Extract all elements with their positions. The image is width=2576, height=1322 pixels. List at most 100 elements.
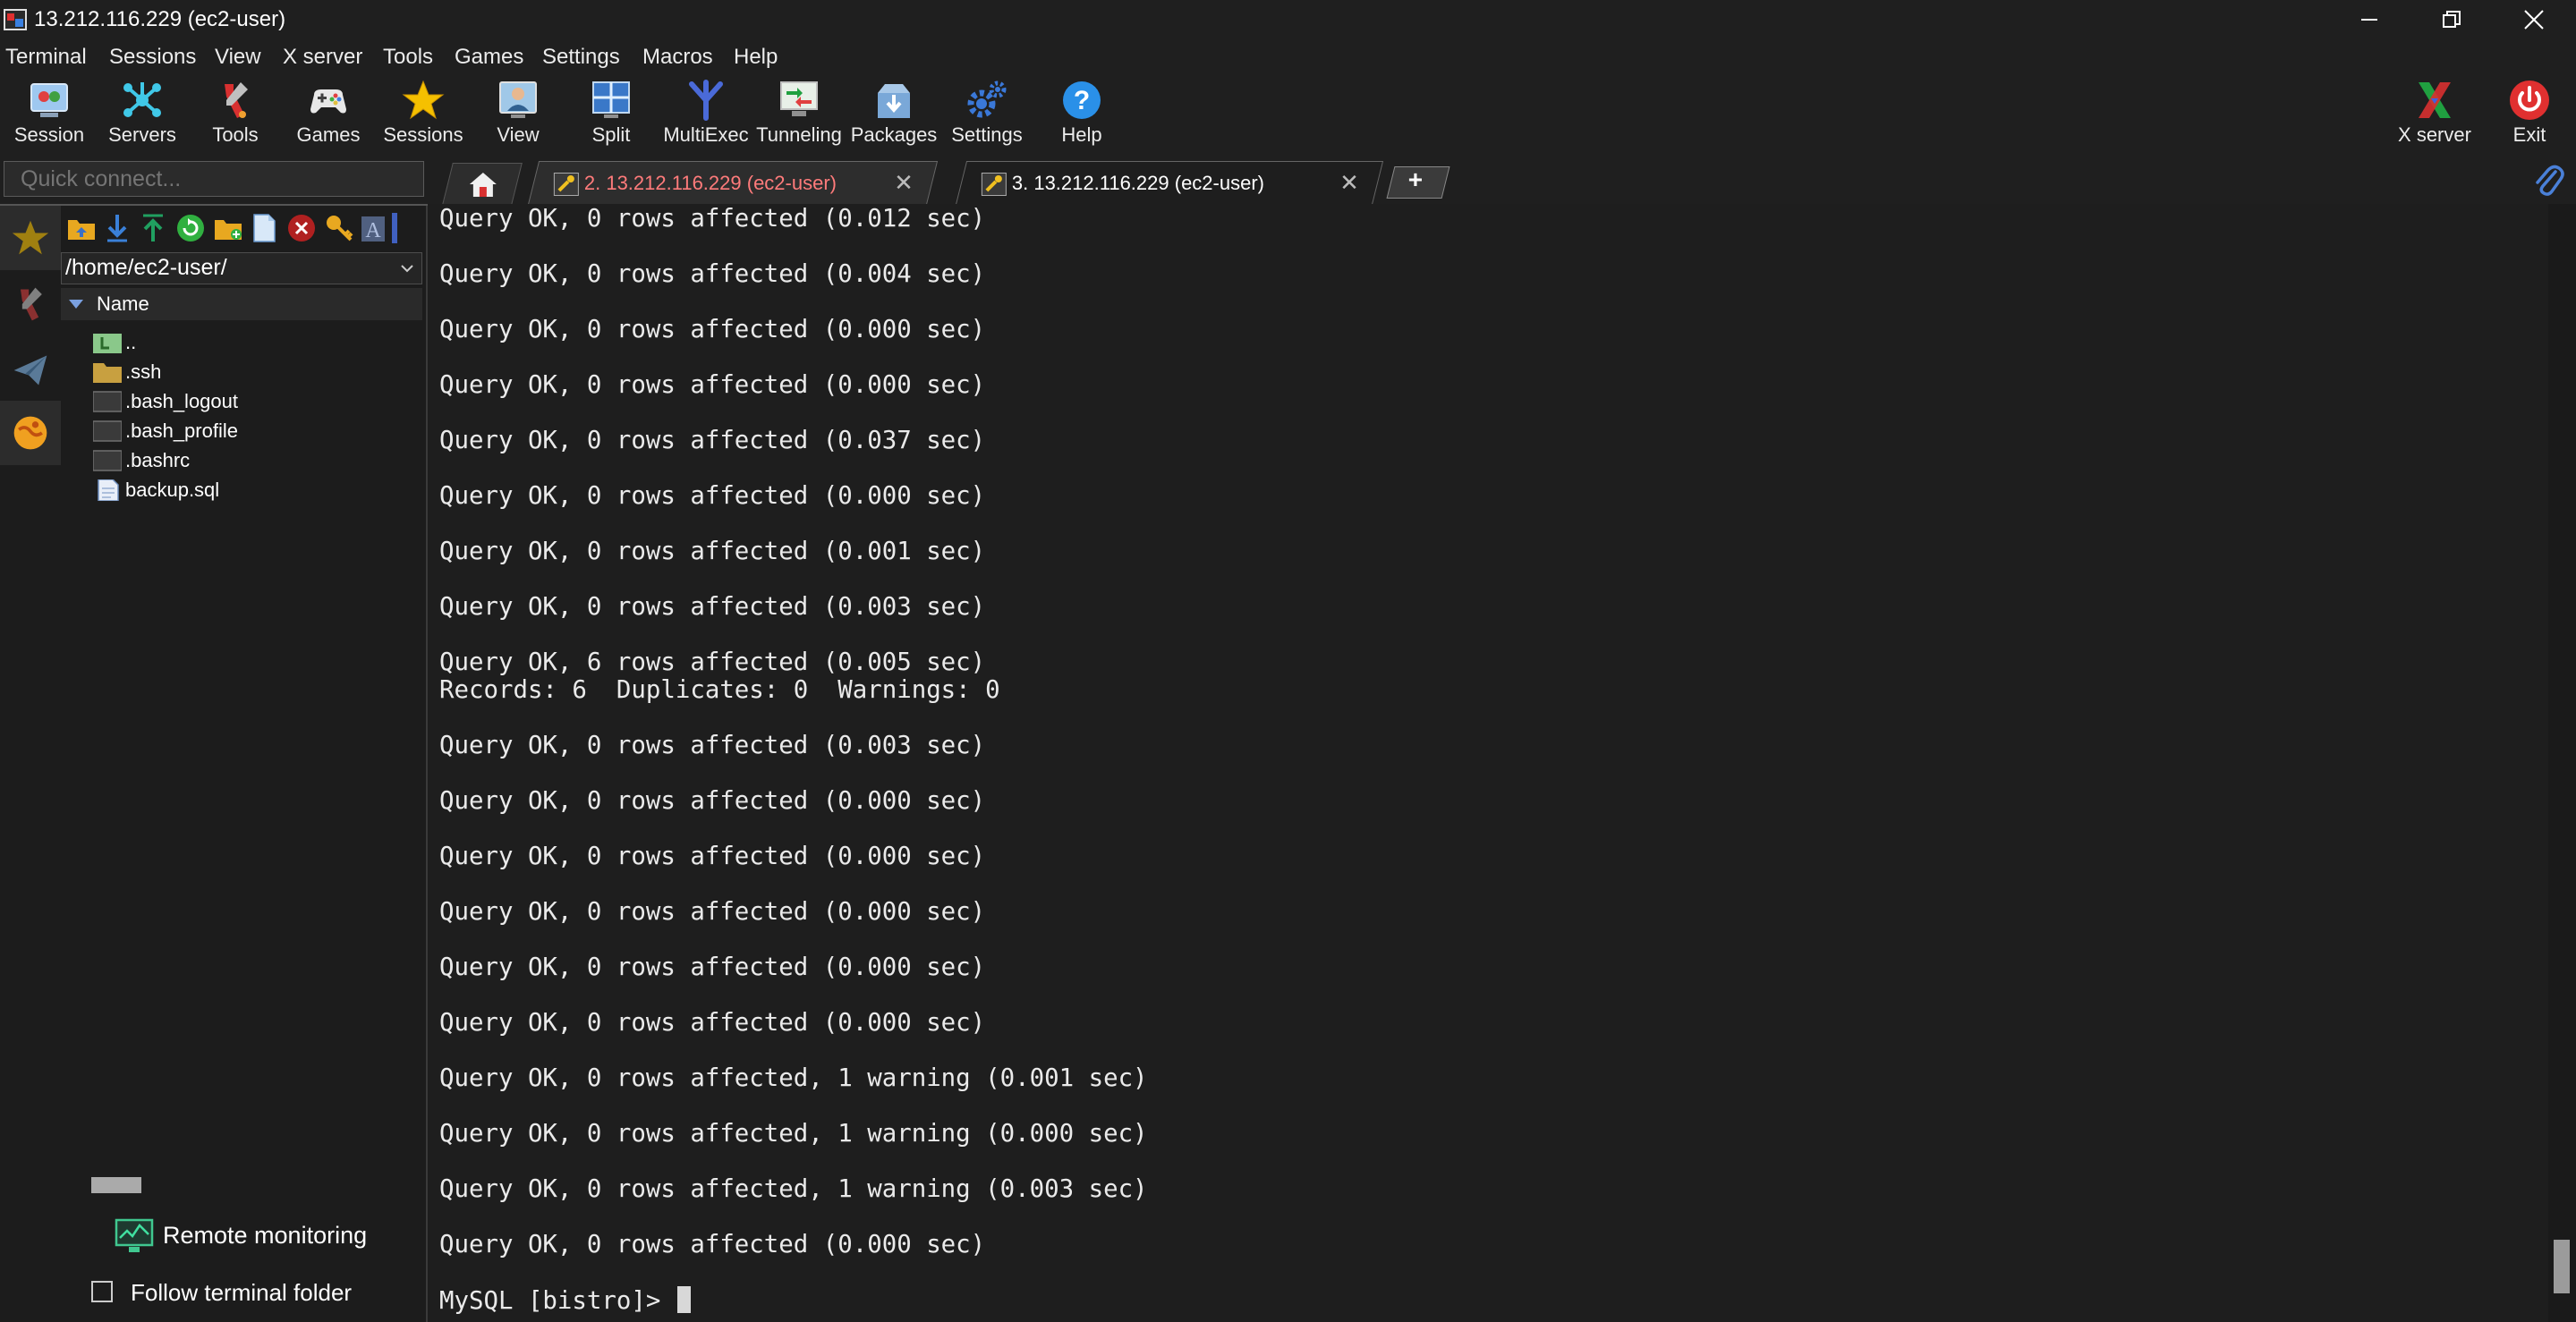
- help-button[interactable]: ? Help: [1033, 75, 1131, 156]
- menu-tools[interactable]: Tools: [383, 45, 433, 70]
- tab-session-3[interactable]: 3. 13.212.116.229 (ec2-user) ✕: [955, 161, 1384, 205]
- file-name: backup.sql: [125, 479, 220, 501]
- restore-button[interactable]: [2410, 0, 2493, 39]
- file-icon: [93, 420, 122, 442]
- macros-panel-button[interactable]: [0, 338, 61, 403]
- folder-up-icon[interactable]: [66, 213, 97, 243]
- delete-icon[interactable]: [286, 213, 317, 243]
- sftp-panel-button[interactable]: [0, 401, 61, 465]
- ssh-tab-icon: [553, 173, 579, 196]
- file-name: ..: [125, 331, 137, 353]
- sort-triangle-icon: [69, 300, 83, 309]
- monitor-chart-icon: [115, 1218, 154, 1252]
- close-tab-icon[interactable]: ✕: [1339, 169, 1359, 197]
- title-bar: 13.212.116.229 (ec2-user): [0, 0, 2576, 39]
- gear-icon: [967, 81, 1007, 118]
- terminal-line: Query OK, 0 rows affected (0.000 sec): [439, 1009, 986, 1037]
- mysql-prompt: MySQL [bistro]>: [439, 1287, 676, 1315]
- new-folder-icon[interactable]: [213, 213, 243, 243]
- split-icon: [592, 81, 630, 118]
- svg-text:?: ?: [1074, 86, 1090, 115]
- minimize-icon: [2361, 19, 2377, 21]
- terminal-line: Query OK, 0 rows affected (0.000 sec): [439, 953, 986, 981]
- help-icon: ?: [1063, 81, 1101, 119]
- quick-connect-input[interactable]: [4, 161, 424, 197]
- tab-label: 2. 13.212.116.229 (ec2-user): [583, 172, 837, 194]
- menu-terminal[interactable]: Terminal: [5, 45, 87, 70]
- close-window-button[interactable]: [2493, 0, 2575, 39]
- terminal-line: Query OK, 0 rows affected (0.000 sec): [439, 843, 986, 870]
- gamepad-icon: [310, 89, 346, 114]
- tab-bar: 2. 13.212.116.229 (ec2-user) ✕ 3. 13.212…: [0, 156, 2576, 206]
- menu-bar: Terminal Sessions View X server Tools Ga…: [0, 39, 2576, 75]
- menu-settings[interactable]: Settings: [542, 45, 620, 70]
- terminal-line: Query OK, 6 rows affected (0.005 sec): [439, 648, 986, 676]
- sftp-path-field[interactable]: /home/ec2-user/: [61, 252, 422, 284]
- ssh-tab-icon: [981, 173, 1007, 196]
- terminal-line: Query OK, 0 rows affected, 1 warning (0.…: [439, 1064, 1148, 1092]
- menu-help[interactable]: Help: [734, 45, 778, 70]
- terminal-line: Query OK, 0 rows affected (0.000 sec): [439, 482, 986, 510]
- remote-monitoring-button[interactable]: Remote monitoring: [115, 1215, 410, 1258]
- plus-icon: +: [1407, 165, 1424, 193]
- terminal-line: Query OK, 0 rows affected (0.000 sec): [439, 316, 986, 343]
- star-icon: [12, 220, 49, 255]
- file-name: .bash_profile: [125, 419, 238, 442]
- close-tab-icon[interactable]: ✕: [894, 169, 914, 197]
- new-tab-button[interactable]: +: [1386, 165, 1450, 199]
- path-dropdown-button[interactable]: [393, 253, 421, 284]
- sftp-toolbar: A: [61, 206, 426, 254]
- text-font-icon[interactable]: A: [360, 213, 387, 243]
- menu-macros[interactable]: Macros: [642, 45, 713, 70]
- terminal-line: Query OK, 0 rows affected, 1 warning (0.…: [439, 1175, 1148, 1203]
- terminal-prompt-line: MySQL [bistro]>: [439, 1286, 691, 1315]
- tab-session-2[interactable]: 2. 13.212.116.229 (ec2-user) ✕: [527, 161, 939, 205]
- session-icon: [30, 83, 68, 117]
- toolbar-overflow-indicator: [392, 213, 397, 243]
- view-icon: [499, 81, 537, 118]
- document-icon: [98, 479, 119, 501]
- minimize-button[interactable]: [2328, 0, 2410, 39]
- name-column-header: Name: [97, 292, 149, 315]
- toolbar: Session Servers Tools Games Sessions Vie…: [0, 75, 2576, 156]
- upload-icon[interactable]: [140, 213, 166, 243]
- tools-panel-button[interactable]: [0, 272, 61, 336]
- terminal-line: Query OK, 0 rows affected (0.000 sec): [439, 787, 986, 815]
- home-tab[interactable]: [442, 163, 523, 205]
- file-list-header[interactable]: Name: [61, 288, 422, 320]
- paperclip-icon[interactable]: [2532, 163, 2564, 197]
- restore-icon: [2443, 11, 2461, 28]
- terminal-cursor: [676, 1286, 691, 1313]
- paper-plane-icon: [13, 355, 47, 386]
- packages-icon: [878, 84, 910, 118]
- vertical-scrollbar-thumb[interactable]: [2554, 1240, 2570, 1293]
- refresh-icon[interactable]: [175, 213, 206, 243]
- download-icon[interactable]: [104, 213, 131, 243]
- file-name: .bashrc: [125, 449, 191, 471]
- close-icon: [2524, 10, 2544, 30]
- globe-icon: [13, 416, 47, 450]
- terminal-line: Records: 6 Duplicates: 0 Warnings: 0: [439, 676, 1000, 704]
- exit-button[interactable]: Exit: [2480, 75, 2576, 156]
- chevron-down-icon: [401, 265, 413, 273]
- vertical-scrollbar[interactable]: [2548, 204, 2576, 1322]
- tools-icon: [225, 82, 248, 118]
- sftp-browser: A /home/ec2-user/ Name .. .ssh .bash_log…: [61, 206, 428, 1322]
- menu-x-server[interactable]: X server: [283, 45, 362, 70]
- side-panel-strip: [0, 206, 61, 1322]
- new-file-icon[interactable]: [251, 213, 277, 243]
- menu-sessions[interactable]: Sessions: [109, 45, 196, 70]
- tools-icon: [21, 287, 42, 321]
- horizontal-scrollbar[interactable]: [91, 1177, 141, 1193]
- sessions-panel-button[interactable]: [0, 206, 61, 270]
- key-icon[interactable]: [324, 213, 354, 243]
- tab-label: 3. 13.212.116.229 (ec2-user): [1011, 172, 1265, 194]
- star-icon: [402, 80, 445, 120]
- terminal-output[interactable]: Query OK, 0 rows affected (0.012 sec) Qu…: [428, 204, 2548, 1322]
- home-icon: [469, 173, 497, 197]
- tunneling-icon: [780, 81, 818, 116]
- sftp-path: /home/ec2-user/: [65, 255, 227, 280]
- menu-view[interactable]: View: [215, 45, 261, 70]
- follow-terminal-folder-checkbox[interactable]: [91, 1281, 113, 1302]
- menu-games[interactable]: Games: [455, 45, 523, 70]
